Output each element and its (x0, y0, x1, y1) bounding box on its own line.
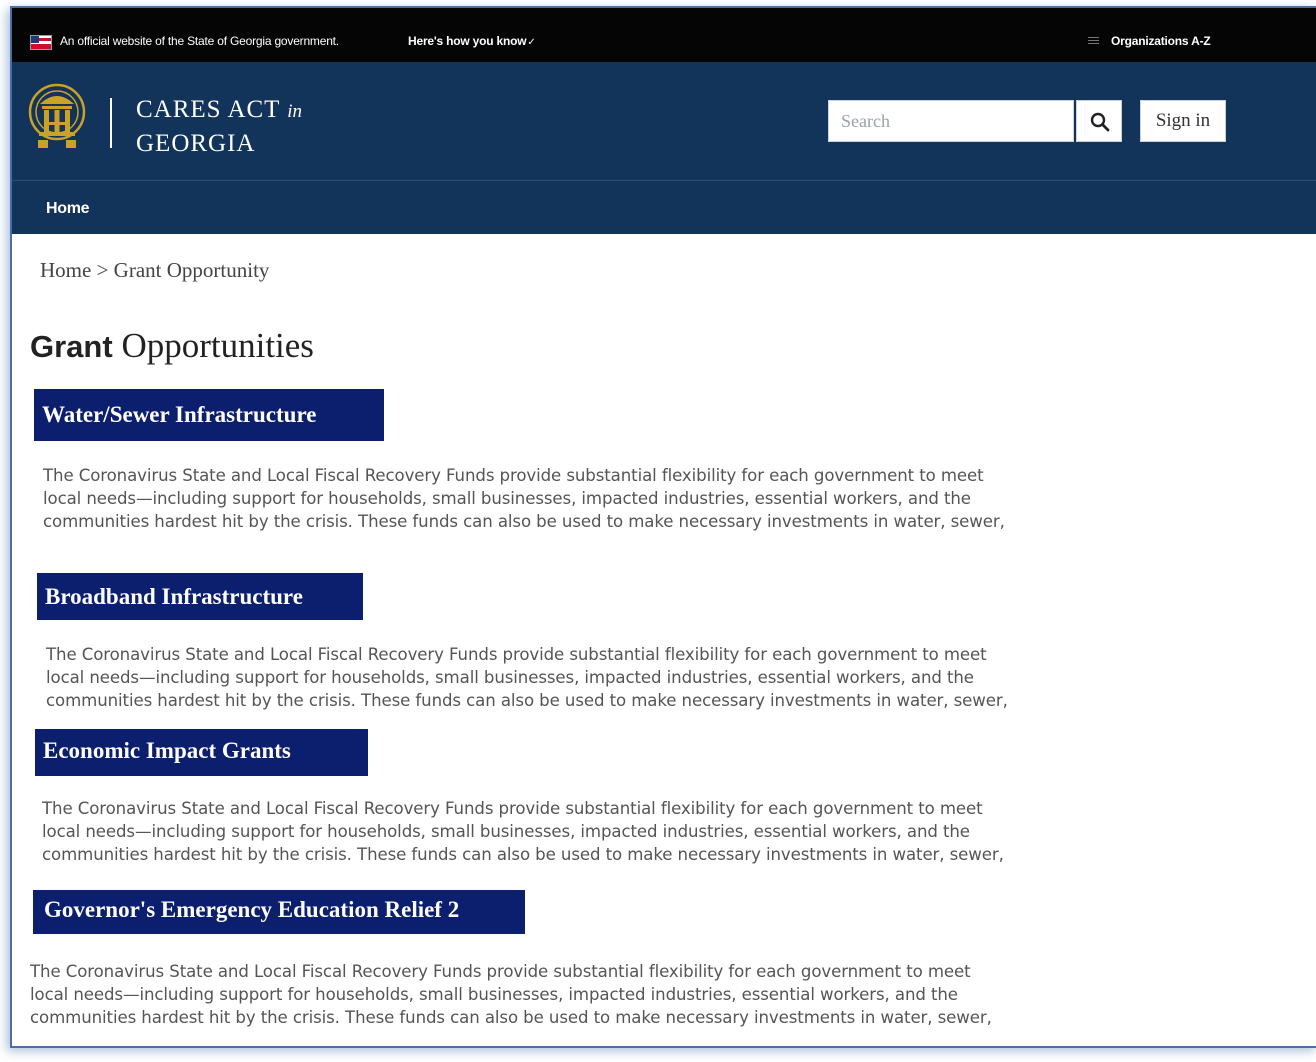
official-banner: An official website of the State of Geor… (12, 8, 1316, 62)
how-you-know-link[interactable]: Here's how you know✓ (408, 34, 536, 48)
search-icon (1090, 112, 1110, 132)
grant-desc-line: communities hardest hit by the crisis. T… (42, 845, 1004, 864)
breadcrumb-current: Grant Opportunity (113, 258, 270, 282)
how-you-know-label: Here's how you know (408, 34, 527, 48)
georgia-seal-icon[interactable] (26, 82, 88, 150)
site-title-line2: GEORGIA (136, 130, 256, 157)
organizations-link[interactable]: Organizations A-Z (1088, 34, 1211, 48)
grant-desc-line: The Coronavirus State and Local Fiscal R… (46, 645, 987, 664)
grant-description-broadband: The Coronavirus State and Local Fiscal R… (46, 643, 1146, 712)
search-input[interactable] (828, 100, 1074, 142)
grant-desc-line: communities hardest hit by the crisis. T… (43, 512, 1005, 531)
grant-description-economic-impact: The Coronavirus State and Local Fiscal R… (42, 797, 1142, 866)
page-title-part1: Grant (30, 329, 113, 364)
nav-item-home[interactable]: Home (46, 200, 90, 218)
grant-desc-line: local needs—including support for househ… (42, 822, 970, 841)
site-title[interactable]: CARES ACT in GEORGIA (136, 94, 302, 160)
grant-heading-education-relief[interactable]: Governor's Emergency Education Relief 2 (33, 890, 525, 934)
sign-in-button[interactable]: Sign in (1140, 100, 1226, 142)
site-header: CARES ACT in GEORGIA Sign in (12, 62, 1316, 180)
page-title-part2: Opportunities (121, 326, 314, 365)
organizations-label: Organizations A-Z (1111, 34, 1211, 48)
official-website-text: An official website of the State of Geor… (60, 34, 339, 48)
grid-icon (1088, 37, 1099, 47)
browser-page: An official website of the State of Geor… (10, 6, 1316, 1048)
search-button[interactable] (1076, 100, 1122, 142)
site-title-in: in (287, 101, 303, 122)
grant-heading-broadband[interactable]: Broadband Infrastructure (37, 573, 363, 620)
grant-description-water-sewer: The Coronavirus State and Local Fiscal R… (43, 464, 1143, 533)
main-nav: Home (12, 180, 1316, 234)
header-divider (110, 98, 112, 148)
grant-desc-line: The Coronavirus State and Local Fiscal R… (43, 466, 984, 485)
us-flag-icon (30, 35, 52, 50)
grant-desc-line: local needs—including support for househ… (46, 668, 974, 687)
site-title-line1: CARES ACT (136, 96, 280, 123)
breadcrumb-separator: > (91, 258, 114, 282)
grant-desc-line: communities hardest hit by the crisis. T… (46, 691, 1008, 710)
grant-desc-line: local needs—including support for househ… (30, 985, 958, 1004)
grant-description-education-relief: The Coronavirus State and Local Fiscal R… (30, 960, 1130, 1029)
grant-desc-line: The Coronavirus State and Local Fiscal R… (42, 799, 983, 818)
page-title: Grant Opportunities (30, 326, 314, 366)
breadcrumb-home[interactable]: Home (40, 258, 91, 282)
grant-desc-line: local needs—including support for househ… (43, 489, 971, 508)
grant-desc-line: The Coronavirus State and Local Fiscal R… (30, 962, 971, 981)
grant-heading-economic-impact[interactable]: Economic Impact Grants (35, 729, 368, 776)
grant-desc-line: communities hardest hit by the crisis. T… (30, 1008, 992, 1027)
breadcrumb: Home > Grant Opportunity (40, 258, 269, 283)
grant-heading-water-sewer[interactable]: Water/Sewer Infrastructure (34, 389, 384, 441)
chevron-down-icon: ✓ (527, 37, 536, 48)
